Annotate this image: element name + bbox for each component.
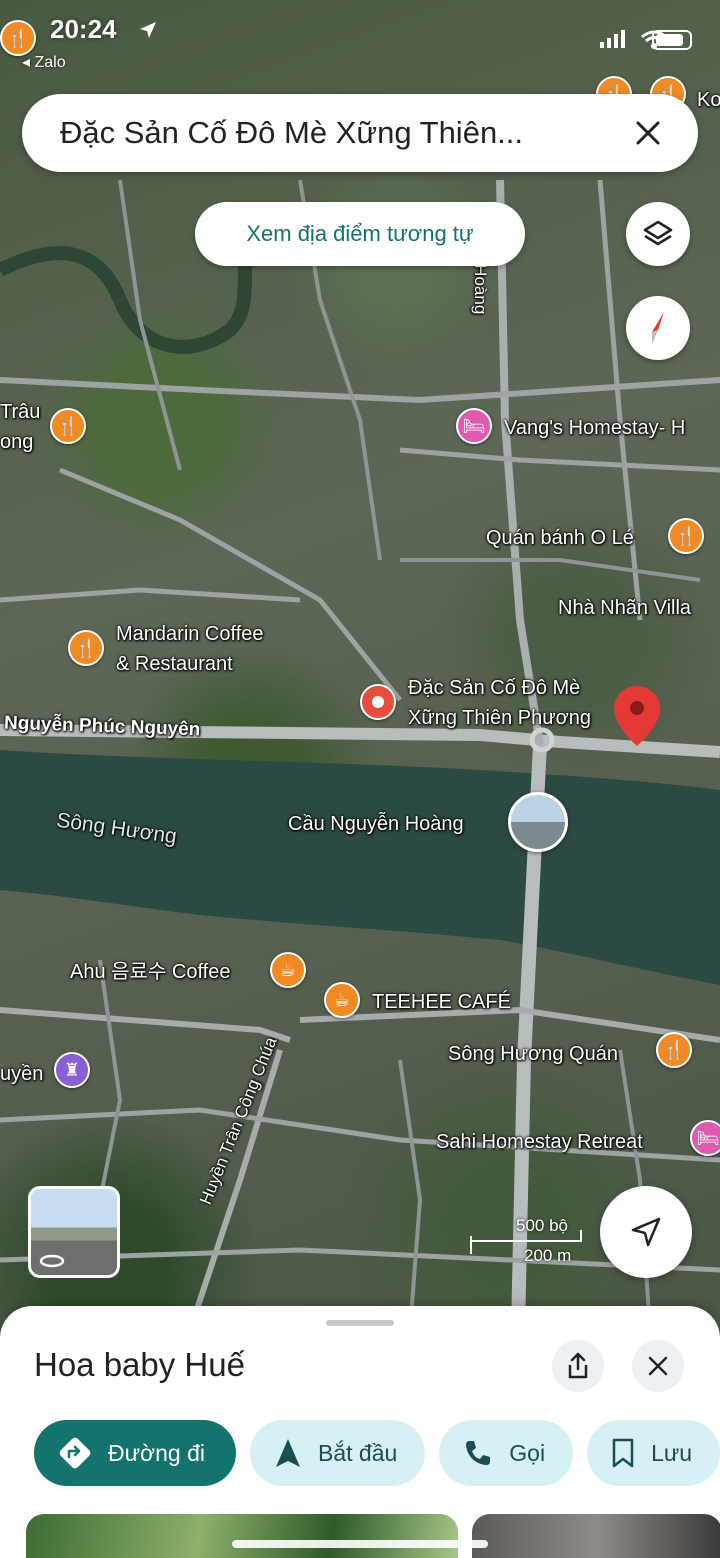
start-label: Bắt đầu [318,1439,398,1466]
bookmark-icon [612,1438,634,1468]
place-photos[interactable] [26,1514,720,1558]
back-to-app[interactable]: ◂ Zalo [22,52,66,72]
scale-meters: 200 m [524,1246,572,1265]
similar-places-button[interactable]: Xem địa điểm tương tự [195,202,525,266]
call-label: Gọi [509,1439,546,1466]
close-sheet-button[interactable] [632,1340,684,1392]
place-title: Hoa baby Huế [34,1346,245,1383]
selected-place-pin-icon[interactable] [360,684,396,720]
my-location-button[interactable] [600,1186,692,1278]
status-time: 20:24 [50,14,117,44]
close-icon [648,1356,668,1376]
share-button[interactable] [552,1340,604,1392]
navigation-arrow-icon [631,1217,661,1247]
map-label-ahu-coffee[interactable]: Ahu 음료수 Coffee [70,960,230,984]
close-search-button[interactable] [628,113,668,153]
map-label-quan-banh-o-le[interactable]: Quán bánh O Lé [486,526,634,550]
location-pin-icon[interactable] [614,686,660,746]
map-label-song-huong-quan[interactable]: Sông Hương Quán [448,1042,618,1066]
map-label-dac-san-2[interactable]: Xững Thiên Phương [408,706,591,730]
action-chips: Đường đi Bắt đầu Gọi Lưu [34,1420,720,1486]
map-label-vangs-homestay[interactable]: Vang's Homestay- H [504,416,685,440]
compass-button[interactable] [626,296,690,360]
place-photo[interactable] [26,1514,458,1558]
place-bottom-sheet[interactable]: Hoa baby Huế Đường đi Bắt đầu Gọi Lưu [0,1306,720,1558]
directions-button[interactable]: Đường đi [34,1420,236,1486]
close-icon [636,121,660,145]
map-label-dac-san-1[interactable]: Đặc Sản Cố Đô Mè [408,676,580,700]
restaurant-icon[interactable]: 🍴 [50,408,86,444]
map-label-mandarin-2[interactable]: & Restaurant [116,652,233,676]
layers-button[interactable] [626,202,690,266]
map-canvas[interactable]: 🍴 🍴 🍴 Ko n Hoàng Trâu ong 🍴 🛏 Vang's Hom… [0,0,720,1330]
search-title[interactable]: Đặc Sản Cố Đô Mè Xững Thiên... [60,115,628,151]
layers-icon [643,220,673,246]
rotate-360-icon [39,1254,65,1268]
street-view-thumbnail[interactable] [28,1186,120,1278]
map-label-uyen: uyền [0,1063,44,1085]
signal-icon [600,30,625,48]
restaurant-icon[interactable]: 🍴 [68,630,104,666]
hotel-icon[interactable]: 🛏 [690,1120,720,1156]
cafe-icon[interactable]: ☕ [270,952,306,988]
phone-icon [466,1441,491,1465]
start-button[interactable]: Bắt đầu [250,1420,426,1486]
scale-feet: 500 bộ [516,1216,568,1235]
battery-icon [652,30,692,50]
map-label-nha-nhan-villa[interactable]: Nhà Nhãn Villa [558,596,691,620]
home-indicator [232,1540,488,1548]
map-label-cau-nguyen-hoang[interactable]: Cầu Nguyễn Hoàng [288,812,464,836]
map-label-trau: Trâu [0,401,41,423]
directions-icon [59,1437,91,1469]
location-arrow-icon [140,22,156,38]
restaurant-icon[interactable]: 🍴 [668,518,704,554]
navigation-icon [276,1439,300,1467]
directions-label: Đường đi [108,1439,205,1466]
hotel-icon[interactable]: 🛏 [456,408,492,444]
place-photo[interactable] [472,1514,720,1558]
map-scale: 500 bộ 200 m [470,1214,586,1265]
map-label-ong: ong [0,431,34,453]
save-button[interactable]: Lưu [587,1420,720,1486]
map-label-teehee-cafe[interactable]: TEEHEE CAFÉ [372,990,511,1014]
restaurant-icon[interactable]: 🍴 [0,20,36,56]
map-label-ko: Ko [697,89,720,111]
map-label-sahi-homestay[interactable]: Sahi Homestay Retreat [436,1130,643,1154]
share-icon [568,1352,588,1379]
cafe-icon[interactable]: ☕ [324,982,360,1018]
drag-handle[interactable] [326,1320,394,1326]
save-label: Lưu [651,1439,693,1466]
call-button[interactable]: Gọi [439,1420,574,1486]
bridge-photo-marker[interactable] [508,792,568,852]
restaurant-icon[interactable]: 🍴 [656,1032,692,1068]
landmark-icon[interactable]: ♜ [54,1052,90,1088]
search-bar[interactable]: Đặc Sản Cố Đô Mè Xững Thiên... [22,94,698,172]
back-app-label: Zalo [34,54,66,71]
compass-icon [652,312,664,344]
map-label-mandarin-1[interactable]: Mandarin Coffee [116,622,264,646]
